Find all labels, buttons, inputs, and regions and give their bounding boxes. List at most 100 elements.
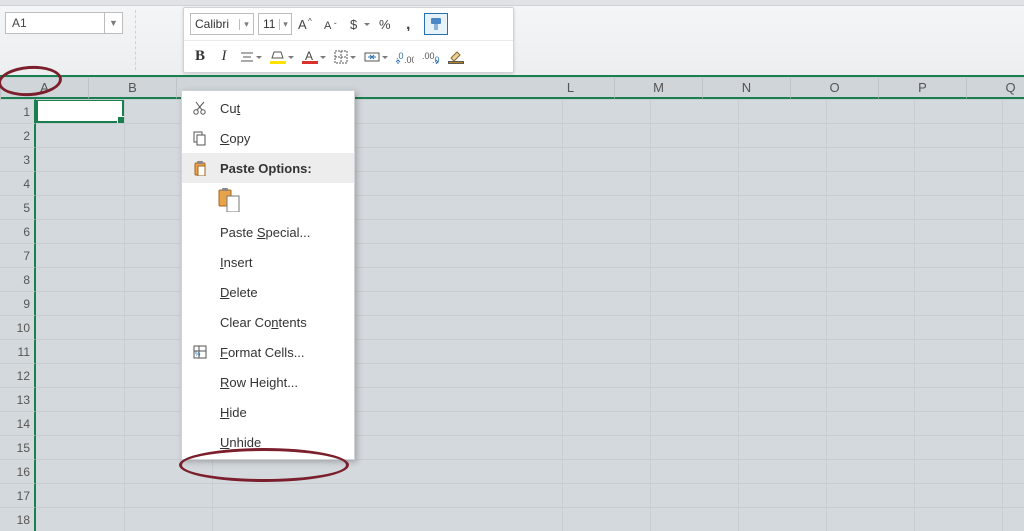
increase-font-size-button[interactable]: A^ bbox=[296, 12, 318, 36]
context-menu-item[interactable]: Delete bbox=[182, 277, 354, 307]
context-menu: Cut Copy Paste Options: Paste Special... Ins… bbox=[181, 90, 355, 460]
font-color-swatch bbox=[302, 61, 318, 64]
row-header[interactable]: 12 bbox=[0, 363, 36, 387]
copy-icon bbox=[190, 128, 210, 148]
row-header[interactable]: 2 bbox=[0, 123, 36, 147]
row-header[interactable]: 9 bbox=[0, 291, 36, 315]
context-menu-item-label: Cut bbox=[220, 101, 240, 116]
fmt-icon: % bbox=[190, 342, 210, 362]
context-menu-paste-option[interactable] bbox=[182, 183, 354, 217]
context-menu-item[interactable]: Paste Options: bbox=[182, 153, 354, 183]
context-menu-item[interactable]: Copy bbox=[182, 123, 354, 153]
painter-swatch bbox=[448, 61, 464, 64]
row-header[interactable]: 4 bbox=[0, 171, 36, 195]
svg-text:ˇ: ˇ bbox=[334, 22, 337, 31]
window-titlebar-strip bbox=[0, 0, 1024, 6]
context-menu-item-label: Row Height... bbox=[220, 375, 298, 390]
column-header[interactable]: P bbox=[879, 78, 967, 99]
percent-style-button[interactable]: % bbox=[376, 12, 396, 36]
merge-center-button[interactable] bbox=[362, 45, 390, 69]
context-menu-item[interactable]: Clear Contents bbox=[182, 307, 354, 337]
comma-style-button[interactable]: , bbox=[400, 12, 420, 36]
name-box-value: A1 bbox=[6, 16, 104, 30]
row-header[interactable]: 11 bbox=[0, 339, 36, 363]
borders-button[interactable] bbox=[332, 45, 358, 69]
column-header[interactable]: Q bbox=[967, 78, 1024, 99]
context-menu-item[interactable]: Unhide bbox=[182, 427, 354, 457]
bold-button[interactable]: B bbox=[190, 45, 210, 69]
accounting-number-format-button[interactable]: $ bbox=[348, 12, 372, 36]
context-menu-item[interactable]: % Format Cells... bbox=[182, 337, 354, 367]
context-menu-item-label: Paste Options: bbox=[220, 161, 312, 176]
context-menu-item[interactable]: Cut bbox=[182, 93, 354, 123]
fill-color-swatch bbox=[270, 61, 286, 64]
svg-text:A: A bbox=[324, 20, 332, 32]
row-header[interactable]: 10 bbox=[0, 315, 36, 339]
italic-button[interactable]: I bbox=[214, 45, 234, 69]
row-header[interactable]: 17 bbox=[0, 483, 36, 507]
select-all-corner[interactable] bbox=[0, 78, 1, 100]
decrease-font-size-button[interactable]: Aˇ bbox=[322, 12, 344, 36]
context-menu-item-label: Hide bbox=[220, 405, 247, 420]
format-painter-button[interactable] bbox=[424, 13, 448, 35]
increase-decimal-button[interactable]: .0.00 bbox=[394, 45, 416, 69]
font-name-combo[interactable]: Calibri ▾ bbox=[190, 13, 254, 35]
paste-icon bbox=[190, 158, 210, 178]
row-header[interactable]: 5 bbox=[0, 195, 36, 219]
row-header[interactable]: 1 bbox=[0, 99, 36, 123]
floating-mini-toolbar: Calibri ▾ 11 ▾ A^ Aˇ $ % , bbox=[183, 7, 514, 73]
name-box-dropdown-icon[interactable]: ▼ bbox=[104, 13, 122, 33]
font-size-combo[interactable]: 11 ▾ bbox=[258, 13, 292, 35]
toolbar-separator bbox=[135, 10, 136, 70]
context-menu-item-label: Delete bbox=[220, 285, 258, 300]
row-header[interactable]: 14 bbox=[0, 411, 36, 435]
row-header[interactable]: 3 bbox=[0, 147, 36, 171]
mini-toolbar-area: A1 ▼ Calibri ▾ 11 ▾ A^ Aˇ $ % bbox=[0, 0, 1024, 77]
context-menu-item-label: Clear Contents bbox=[220, 315, 307, 330]
column-header[interactable]: B bbox=[89, 78, 177, 99]
context-menu-item-label: Unhide bbox=[220, 435, 261, 450]
bucket-icon bbox=[271, 50, 285, 61]
font-color-button[interactable]: A bbox=[300, 45, 328, 69]
spreadsheet-grid: ABLMNOPQ 123456789101112131415161718 bbox=[0, 77, 1024, 531]
column-header[interactable]: L bbox=[527, 78, 615, 99]
svg-text:%: % bbox=[195, 352, 201, 358]
row-header[interactable]: 18 bbox=[0, 507, 36, 531]
context-menu-item[interactable]: Row Height... bbox=[182, 367, 354, 397]
context-menu-item[interactable]: Insert bbox=[182, 247, 354, 277]
row-header[interactable]: 6 bbox=[0, 219, 36, 243]
row-headers: 123456789101112131415161718 bbox=[0, 99, 36, 531]
column-header[interactable]: N bbox=[703, 78, 791, 99]
column-header[interactable]: O bbox=[791, 78, 879, 99]
row-header[interactable]: 16 bbox=[0, 459, 36, 483]
svg-text:.00: .00 bbox=[404, 55, 414, 64]
svg-text:A: A bbox=[305, 50, 313, 61]
svg-text:$: $ bbox=[350, 17, 358, 31]
name-box[interactable]: A1 ▼ bbox=[5, 12, 123, 34]
row-header[interactable]: 7 bbox=[0, 243, 36, 267]
context-menu-item[interactable]: Hide bbox=[182, 397, 354, 427]
svg-text:A: A bbox=[298, 17, 307, 32]
chevron-down-icon: ▾ bbox=[239, 19, 253, 30]
brush-icon bbox=[449, 50, 463, 61]
decrease-decimal-button[interactable]: .00.0 bbox=[420, 45, 442, 69]
align-center-button[interactable] bbox=[238, 45, 264, 69]
column-header[interactable]: A bbox=[1, 78, 89, 99]
font-size-value: 11 bbox=[259, 17, 279, 31]
paintbrush-icon bbox=[428, 16, 444, 32]
context-menu-item[interactable]: Paste Special... bbox=[182, 217, 354, 247]
row-header[interactable]: 15 bbox=[0, 435, 36, 459]
fill-color-button[interactable] bbox=[268, 45, 296, 69]
format-painter-brush-button[interactable] bbox=[446, 45, 466, 69]
svg-text:.0: .0 bbox=[396, 51, 404, 61]
active-cell-a1[interactable] bbox=[36, 99, 124, 123]
merge-icon bbox=[364, 50, 380, 64]
row-header[interactable]: 8 bbox=[0, 267, 36, 291]
font-name-value: Calibri bbox=[191, 17, 239, 31]
context-menu-item-label: Format Cells... bbox=[220, 345, 305, 360]
cut-icon bbox=[190, 98, 210, 118]
row-header[interactable]: 13 bbox=[0, 387, 36, 411]
context-menu-item-label: Insert bbox=[220, 255, 253, 270]
svg-text:%: % bbox=[379, 17, 391, 31]
column-header[interactable]: M bbox=[615, 78, 703, 99]
